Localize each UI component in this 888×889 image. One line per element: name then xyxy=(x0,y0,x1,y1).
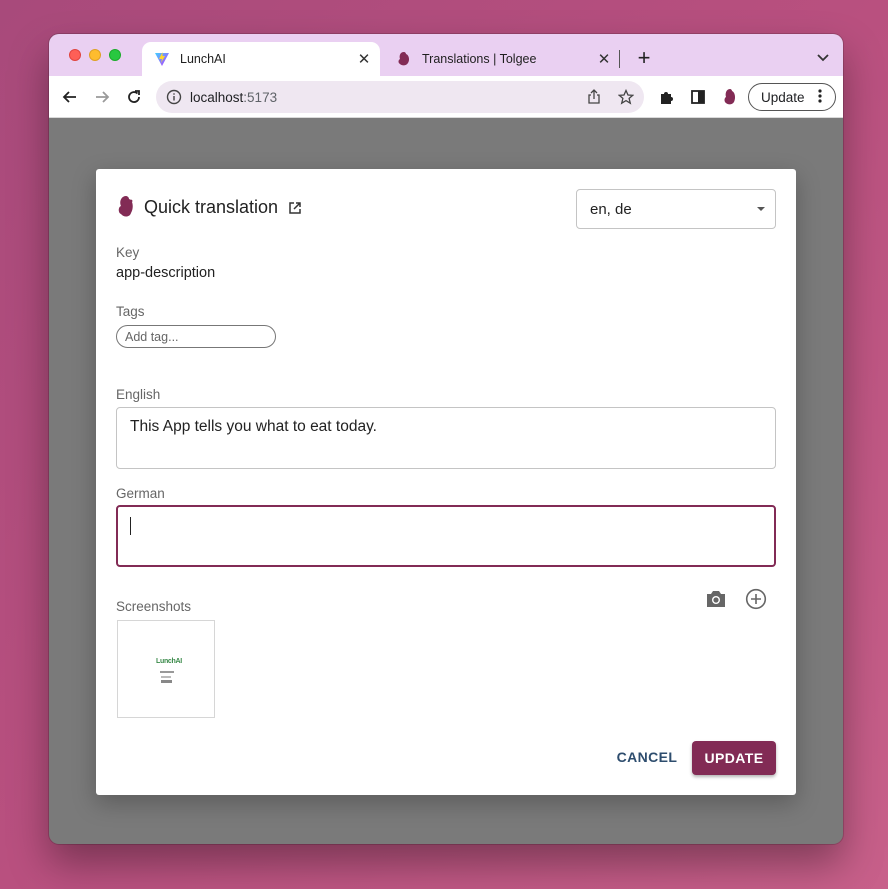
vite-icon xyxy=(154,51,170,67)
close-tab-icon[interactable]: ✕ xyxy=(594,49,614,69)
tab-tolgee[interactable]: Translations | Tolgee ✕ xyxy=(384,42,620,76)
update-button[interactable]: UPDATE xyxy=(692,741,776,775)
side-panel-icon[interactable] xyxy=(686,85,710,109)
cancel-button[interactable]: CANCEL xyxy=(612,741,682,773)
tags-label: Tags xyxy=(116,304,145,319)
site-info-icon[interactable] xyxy=(166,89,182,105)
share-icon[interactable] xyxy=(586,89,602,105)
tab-bar: LunchAI ✕ Translations | Tolgee ✕ + xyxy=(49,34,843,76)
tab-divider xyxy=(619,50,620,68)
key-value: app-description xyxy=(116,265,216,281)
german-translation-field[interactable] xyxy=(116,505,776,567)
dialog-title: Quick translation xyxy=(144,196,279,217)
quick-translation-dialog: Quick translation en, de Key app-descrip… xyxy=(96,169,796,795)
back-icon[interactable] xyxy=(58,85,82,109)
tolgee-icon xyxy=(396,51,412,67)
thumbnail-button xyxy=(161,680,172,683)
chevron-down-icon[interactable] xyxy=(811,46,835,70)
language-select[interactable]: en, de xyxy=(576,189,776,229)
reload-icon[interactable] xyxy=(122,85,146,109)
forward-icon[interactable] xyxy=(90,85,114,109)
english-label: English xyxy=(116,387,161,402)
extensions-icon[interactable] xyxy=(654,85,678,109)
more-menu-icon[interactable] xyxy=(817,88,822,106)
tab-title: Translations | Tolgee xyxy=(422,52,537,66)
address-bar[interactable]: localhost:5173 xyxy=(156,81,644,113)
key-label: Key xyxy=(116,245,140,260)
thumbnail-text-line xyxy=(161,676,171,678)
thumbnail-text-line xyxy=(160,671,174,673)
german-label: German xyxy=(116,486,165,501)
minimize-window-button[interactable] xyxy=(89,49,101,61)
browser-window: LunchAI ✕ Translations | Tolgee ✕ + loca xyxy=(49,34,843,844)
english-translation-field[interactable]: This App tells you what to eat today. xyxy=(116,407,776,469)
close-window-button[interactable] xyxy=(69,49,81,61)
bookmark-star-icon[interactable] xyxy=(618,89,634,105)
tolgee-extension-icon[interactable] xyxy=(718,85,742,109)
browser-toolbar: localhost:5173 Update xyxy=(49,76,843,118)
add-screenshot-icon[interactable] xyxy=(744,587,768,611)
english-translation-text: This App tells you what to eat today. xyxy=(130,418,377,435)
add-tag-input[interactable]: Add tag... xyxy=(116,325,276,348)
dialog-header: Quick translation xyxy=(116,195,302,219)
tab-lunchai[interactable]: LunchAI ✕ xyxy=(142,42,380,76)
maximize-window-button[interactable] xyxy=(109,49,121,61)
url-text: localhost:5173 xyxy=(190,89,278,105)
tolgee-logo-icon xyxy=(116,195,136,219)
screenshots-label: Screenshots xyxy=(116,599,192,614)
tab-title: LunchAI xyxy=(180,52,226,66)
text-cursor xyxy=(130,517,131,535)
screenshot-thumbnail[interactable]: LunchAI xyxy=(117,620,215,718)
new-tab-icon[interactable]: + xyxy=(632,45,656,70)
thumbnail-logo: LunchAI xyxy=(156,658,182,665)
close-tab-icon[interactable]: ✕ xyxy=(354,49,374,69)
dropdown-caret-icon xyxy=(757,207,765,211)
browser-update-button[interactable]: Update xyxy=(748,83,836,111)
camera-icon[interactable] xyxy=(704,587,728,611)
open-in-new-icon[interactable] xyxy=(288,201,302,215)
